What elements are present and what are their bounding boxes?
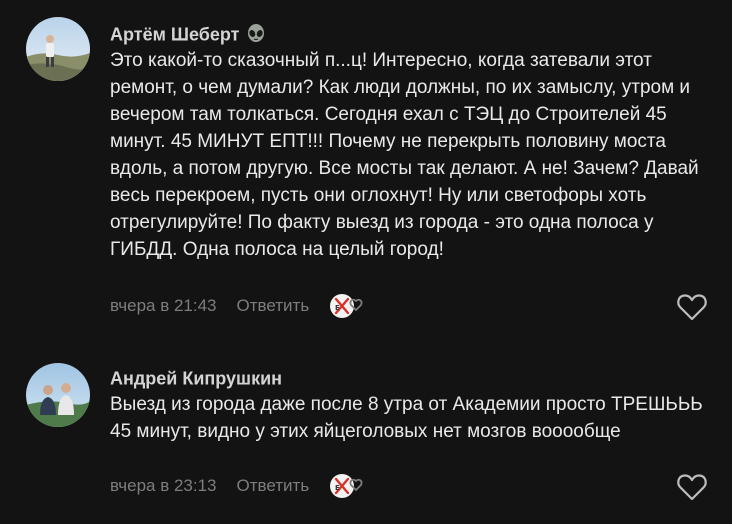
reaction-stickers-icon[interactable]: E [329,473,369,499]
comment-meta: вчера в 21:43 Ответить E [110,293,369,319]
comment-timestamp: вчера в 23:13 [110,476,217,495]
avatar[interactable] [26,363,90,427]
author-name[interactable]: Андрей Кипрушкин [110,368,282,388]
comment-item: Андрей Кипрушкин Выезд из города даже по… [0,345,732,524]
comments-feed: Артём Шеберт Это какой-то сказочный п...… [0,0,732,524]
comment-author[interactable]: Артём Шеберт [110,22,267,45]
reaction-stickers-icon[interactable]: E [329,293,369,319]
comment-meta: вчера в 23:13 Ответить E [110,473,369,499]
comment-item: Артём Шеберт Это какой-то сказочный п...… [0,0,732,345]
comment-text: Выезд из города даже после 8 утра от Ака… [110,394,703,442]
avatar[interactable] [26,17,90,81]
heart-outline-icon[interactable] [676,292,708,322]
comment-author[interactable]: Андрей Кипрушкин [110,366,282,389]
comment-text: Это какой-то сказочный п...ц! Интересно,… [110,50,699,260]
alien-icon [245,23,267,45]
author-name[interactable]: Артём Шеберт [110,24,239,44]
reply-button[interactable]: Ответить [237,296,310,316]
svg-text:E: E [335,304,340,312]
svg-text:E: E [335,484,340,492]
reply-button[interactable]: Ответить [237,476,310,496]
comment-timestamp: вчера в 21:43 [110,296,217,315]
heart-outline-icon[interactable] [676,472,708,502]
